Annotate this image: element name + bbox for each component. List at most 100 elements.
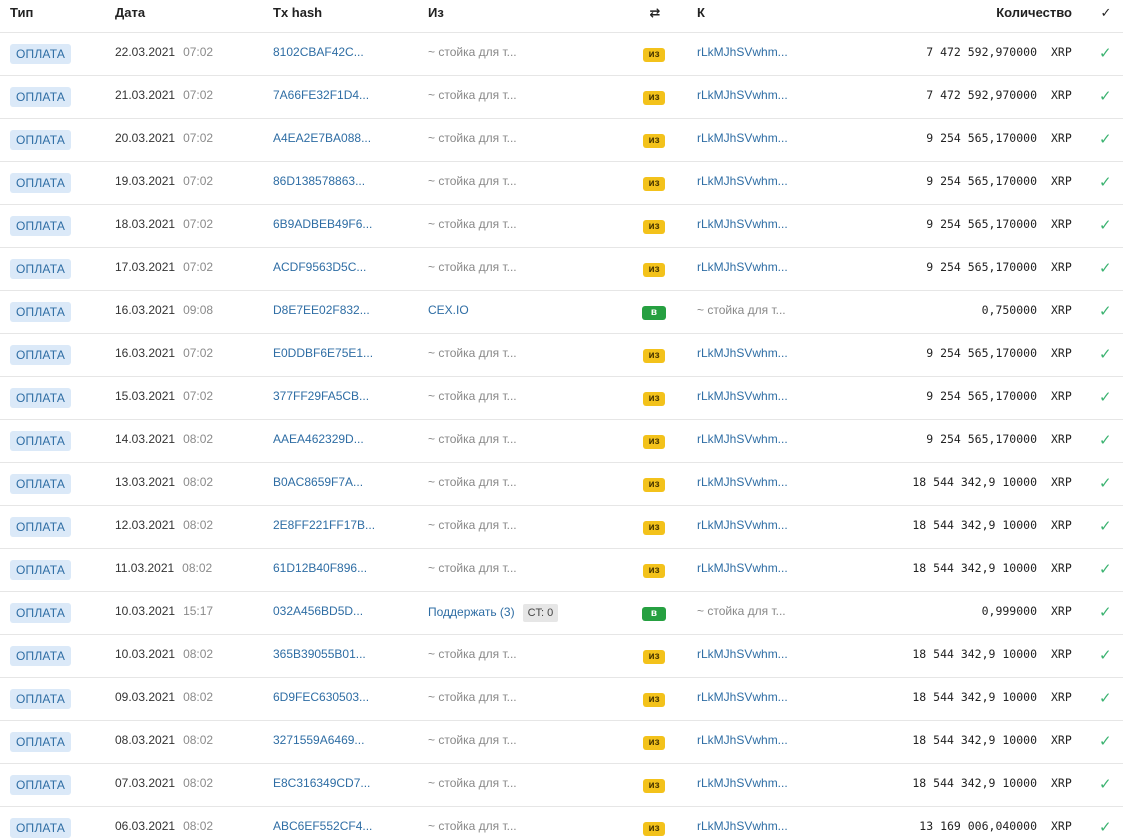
to-account[interactable]: rLkMJhSVwhm... [697,88,788,102]
direction-badge: из [643,48,665,62]
to-account[interactable]: rLkMJhSVwhm... [697,733,788,747]
checkmark-icon: ✓ [1099,733,1112,750]
table-row[interactable]: ОПЛАТА 11.03.2021 08:02 61D12B40F896... ~ ст… [0,549,1123,592]
tx-hash-link[interactable]: ACDF9563D5C... [273,260,366,274]
tx-hash-link[interactable]: 7A66FE32F1D4... [273,88,369,102]
from-cell[interactable]: CEX.IO [428,303,469,317]
header-date[interactable]: Дата [115,0,145,33]
tx-hash-link[interactable]: A4EA2E7BA088... [273,131,371,145]
table-row[interactable]: ОПЛАТА 16.03.2021 09:08 D8E7EE02F832... CEX.… [0,291,1123,334]
checkmark-icon: ✓ [1099,604,1112,621]
from-account: ~ стойка для т... [428,733,517,747]
from-account: ~ стойка для т... [428,819,517,833]
header-from[interactable]: Из [428,0,444,33]
tx-hash-link[interactable]: 377FF29FA5CB... [273,389,369,403]
header-type[interactable]: Тип [10,0,33,33]
header-to[interactable]: К [697,0,705,33]
table-row[interactable]: ОПЛАТА 22.03.2021 07:02 8102CBAF42C... ~ сто… [0,33,1123,76]
tx-hash-link[interactable]: ABC6EF552CF4... [273,819,372,833]
table-row[interactable]: ОПЛАТА 19.03.2021 07:02 86D138578863... ~ ст… [0,162,1123,205]
table-row[interactable]: ОПЛАТА 21.03.2021 07:02 7A66FE32F1D4... ~ ст… [0,76,1123,119]
tx-hash-link[interactable]: 365B39055B01... [273,647,366,661]
tx-hash-link[interactable]: AAEA462329D... [273,432,364,446]
tx-hash-link[interactable]: 6B9ADBEB49F6... [273,217,372,231]
table-row[interactable]: ОПЛАТА 16.03.2021 07:02 E0DDBF6E75E1... ~ ст… [0,334,1123,377]
currency-code: XRP [1051,432,1072,446]
table-row[interactable]: ОПЛАТА 06.03.2021 08:02 ABC6EF552CF4... ~ ст… [0,807,1123,840]
table-row[interactable]: ОПЛАТА 17.03.2021 07:02 ACDF9563D5C... ~ сто… [0,248,1123,291]
table-row[interactable]: ОПЛАТА 09.03.2021 08:02 6D9FEC630503... ~ ст… [0,678,1123,721]
from-account[interactable]: CEX.IO [428,303,469,317]
tx-hash-link[interactable]: 6D9FEC630503... [273,690,369,704]
currency-code: XRP [1051,389,1072,403]
from-account[interactable]: Поддержать (3) [428,605,515,619]
to-account[interactable]: rLkMJhSVwhm... [697,518,788,532]
table-row[interactable]: ОПЛАТА 20.03.2021 07:02 A4EA2E7BA088... ~ ст… [0,119,1123,162]
to-account: ~ стойка для т... [697,303,786,317]
header-amount[interactable]: Количество [996,0,1072,33]
table-row[interactable]: ОПЛАТА 12.03.2021 08:02 2E8FF221FF17B... ~ с… [0,506,1123,549]
tx-hash-link[interactable]: 61D12B40F896... [273,561,367,575]
to-account[interactable]: rLkMJhSVwhm... [697,131,788,145]
to-account[interactable]: rLkMJhSVwhm... [697,174,788,188]
table-row[interactable]: ОПЛАТА 15.03.2021 07:02 377FF29FA5CB... ~ ст… [0,377,1123,420]
to-account[interactable]: rLkMJhSVwhm... [697,647,788,661]
amount-value: 18 544 342,9 10000 [912,647,1037,661]
header-tx-hash[interactable]: Tx hash [273,0,322,33]
to-account[interactable]: rLkMJhSVwhm... [697,260,788,274]
table-row[interactable]: ОПЛАТА 18.03.2021 07:02 6B9ADBEB49F6... ~ ст… [0,205,1123,248]
table-row[interactable]: ОПЛАТА 07.03.2021 08:02 E8C316349CD7... ~ ст… [0,764,1123,807]
swap-arrows-icon[interactable]: ⇄ [646,0,664,33]
tx-hash-link[interactable]: D8E7EE02F832... [273,303,370,317]
tx-hash-link[interactable]: B0AC8659F7A... [273,475,363,489]
amount-value: 18 544 342,9 10000 [912,776,1037,790]
date-cell: 20.03.2021 07:02 [115,131,213,145]
to-account[interactable]: rLkMJhSVwhm... [697,819,788,833]
table-row[interactable]: ОПЛАТА 10.03.2021 08:02 365B39055B01... ~ ст… [0,635,1123,678]
to-account[interactable]: rLkMJhSVwhm... [697,561,788,575]
amount-value: 18 544 342,9 10000 [912,561,1037,575]
type-badge: ОПЛАТА [10,302,72,322]
tx-hash-link[interactable]: 032A456BD5D... [273,604,363,618]
time-value: 07:02 [183,131,214,145]
tx-hash-link[interactable]: 8102CBAF42C... [273,45,364,59]
to-account[interactable]: rLkMJhSVwhm... [697,45,788,59]
date-cell: 17.03.2021 07:02 [115,260,213,274]
checkmark-icon: ✓ [1099,561,1112,578]
from-cell: ~ стойка для т... [428,475,517,489]
checkmark-icon: ✓ [1099,346,1112,363]
type-badge: ОПЛАТА [10,259,72,279]
currency-code: XRP [1051,733,1072,747]
to-account[interactable]: rLkMJhSVwhm... [697,432,788,446]
time-value: 08:02 [182,561,213,575]
tx-hash-link[interactable]: E8C316349CD7... [273,776,370,790]
date-cell: 12.03.2021 08:02 [115,518,213,532]
from-cell[interactable]: Поддержать (3) CT: 0 [428,604,559,622]
to-account[interactable]: rLkMJhSVwhm... [697,690,788,704]
date-value: 07.03.2021 [115,776,176,790]
to-account[interactable]: rLkMJhSVwhm... [697,217,788,231]
amount-value: 9 254 565,170000 [926,389,1037,403]
tx-hash-link[interactable]: 86D138578863... [273,174,365,188]
tx-hash-link[interactable]: 2E8FF221FF17B... [273,518,375,532]
to-account[interactable]: rLkMJhSVwhm... [697,776,788,790]
time-value: 08:02 [183,432,214,446]
date-value: 21.03.2021 [115,88,176,102]
date-value: 14.03.2021 [115,432,176,446]
time-value: 08:02 [183,819,214,833]
to-account[interactable]: rLkMJhSVwhm... [697,389,788,403]
time-value: 07:02 [183,174,214,188]
to-account[interactable]: rLkMJhSVwhm... [697,346,788,360]
checkmark-icon[interactable]: ✓ [1097,0,1115,33]
tx-hash-link[interactable]: E0DDBF6E75E1... [273,346,373,360]
tx-hash-link[interactable]: 3271559A6469... [273,733,364,747]
table-row[interactable]: ОПЛАТА 13.03.2021 08:02 B0AC8659F7A... ~ сто… [0,463,1123,506]
table-row[interactable]: ОПЛАТА 08.03.2021 08:02 3271559A6469... ~ ст… [0,721,1123,764]
date-value: 12.03.2021 [115,518,176,532]
checkmark-icon: ✓ [1099,88,1112,105]
time-value: 07:02 [183,217,214,231]
table-row[interactable]: ОПЛАТА 10.03.2021 15:17 032A456BD5D... Подде… [0,592,1123,635]
to-account[interactable]: rLkMJhSVwhm... [697,475,788,489]
from-cell: ~ стойка для т... [428,217,517,231]
table-row[interactable]: ОПЛАТА 14.03.2021 08:02 AAEA462329D... ~ сто… [0,420,1123,463]
